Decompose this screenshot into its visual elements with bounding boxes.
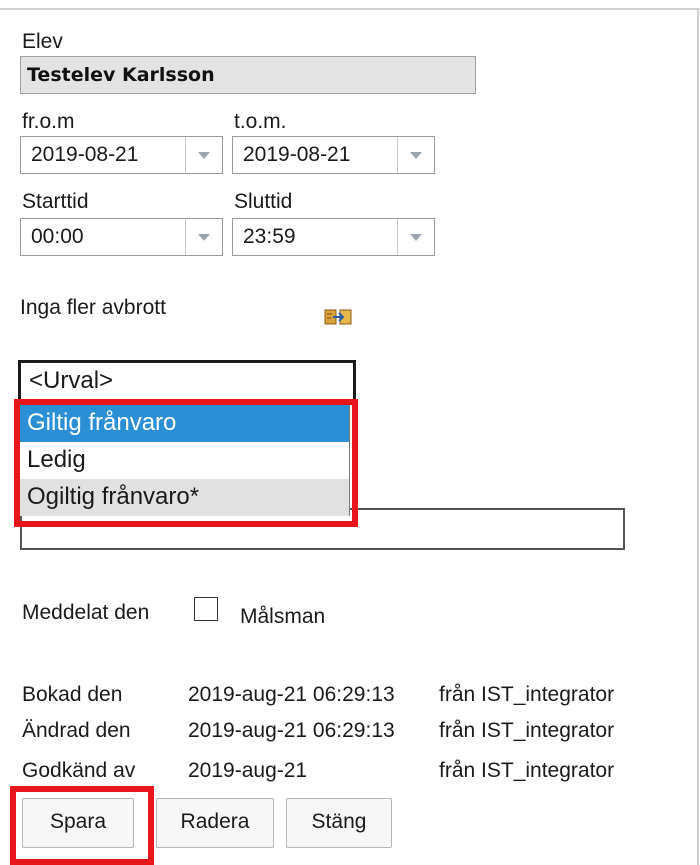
start-time-value: 00:00 (31, 225, 84, 248)
absence-reason-selected: <Urval> (29, 367, 114, 394)
chevron-down-icon[interactable] (185, 219, 222, 255)
changed-by: från IST_integrator (439, 719, 615, 742)
transfer-icon[interactable] (324, 308, 352, 326)
booked-value: 2019-aug-21 06:29:13 (188, 683, 395, 706)
end-time-combo[interactable]: 23:59 (232, 218, 435, 256)
student-name-field: Testelev Karlsson (20, 56, 476, 94)
close-button[interactable]: Stäng (286, 798, 392, 848)
panel-right-border (697, 8, 699, 865)
no-more-breaks-label: Inga fler avbrott (20, 296, 166, 319)
chevron-down-icon[interactable] (397, 137, 434, 173)
chevron-down-icon[interactable] (397, 219, 434, 255)
start-time-label: Starttid (22, 190, 89, 213)
approved-label: Godkänd av (22, 759, 136, 782)
options-highlight (14, 399, 358, 527)
chevron-down-icon[interactable] (185, 137, 222, 173)
booked-label: Bokad den (22, 683, 123, 706)
delete-button[interactable]: Radera (156, 798, 274, 848)
booked-by: från IST_integrator (439, 683, 615, 706)
from-date-value: 2019-08-21 (31, 143, 139, 166)
absence-reason-select[interactable]: <Urval> (18, 360, 356, 404)
from-date-combo[interactable]: 2019-08-21 (20, 136, 223, 174)
to-date-combo[interactable]: 2019-08-21 (232, 136, 435, 174)
save-highlight (10, 786, 154, 865)
changed-label: Ändrad den (22, 719, 131, 742)
guardian-label: Målsman (240, 605, 326, 628)
reported-label: Meddelat den (22, 601, 150, 624)
end-time-value: 23:59 (243, 225, 296, 248)
approved-by: från IST_integrator (439, 759, 615, 782)
start-time-combo[interactable]: 00:00 (20, 218, 223, 256)
panel-top-border (0, 8, 700, 10)
from-date-label: fr.o.m (22, 110, 75, 133)
changed-value: 2019-aug-21 06:29:13 (188, 719, 395, 742)
reported-checkbox[interactable] (194, 597, 218, 621)
end-time-label: Sluttid (234, 190, 293, 213)
to-date-label: t.o.m. (234, 110, 287, 133)
approved-value: 2019-aug-21 (188, 759, 308, 782)
to-date-value: 2019-08-21 (243, 143, 351, 166)
student-label: Elev (22, 30, 63, 53)
